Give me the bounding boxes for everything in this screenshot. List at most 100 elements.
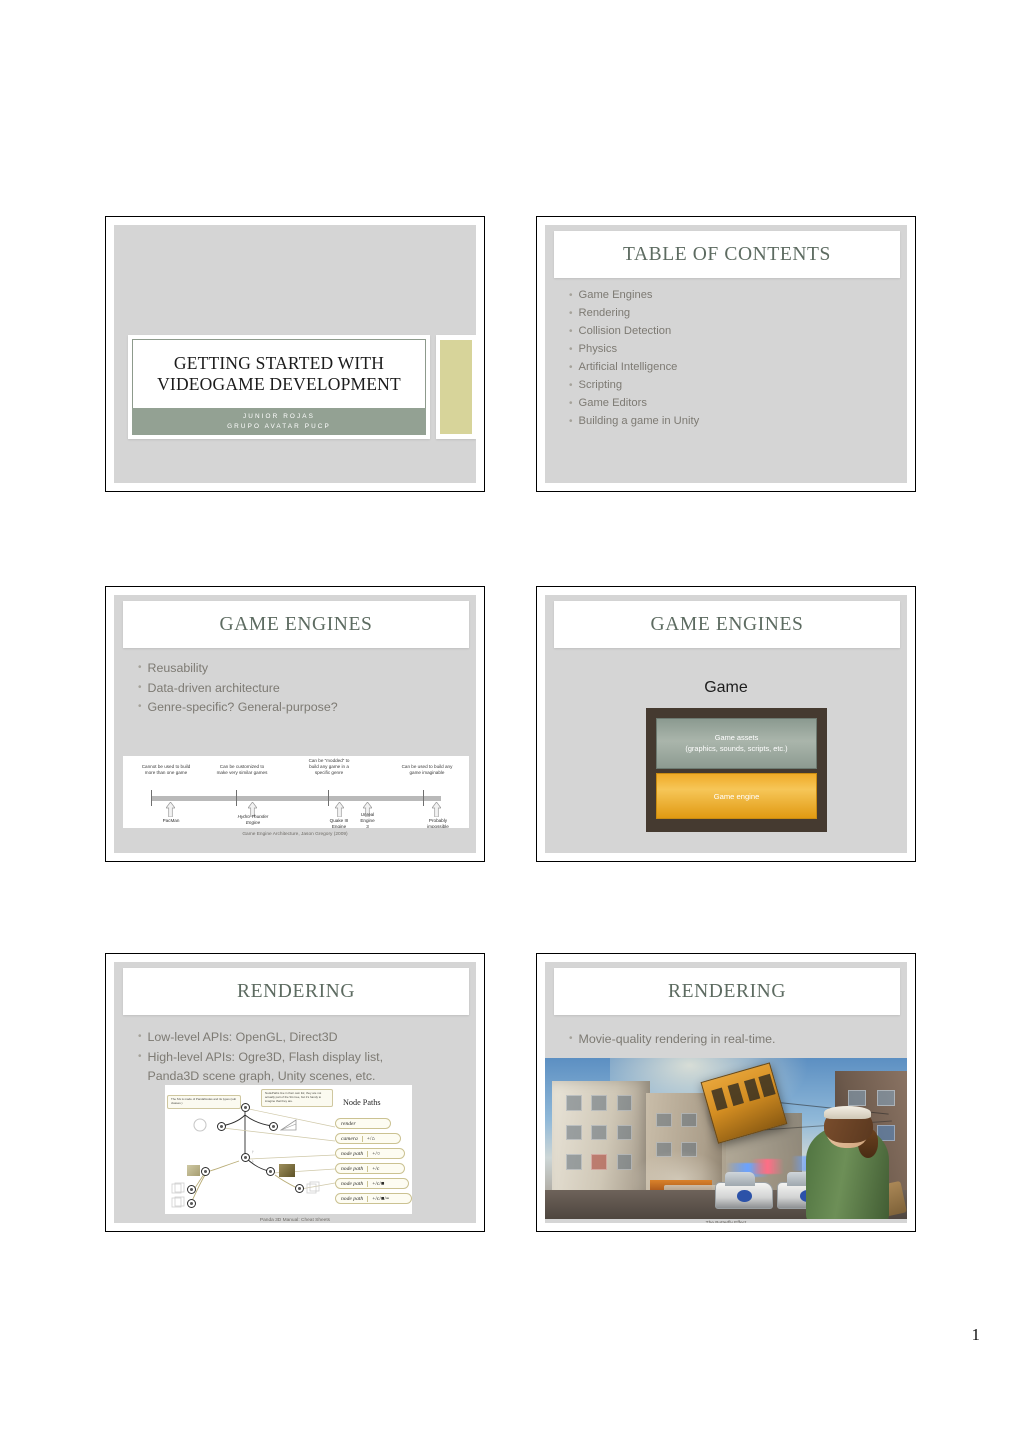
cube-glyph-icon: [187, 1165, 200, 1176]
bullet-icon: •: [138, 662, 142, 673]
slide-canvas: GETTING STARTED WITH VIDEOGAME DEVELOPME…: [114, 225, 476, 483]
slide-canvas: GAME ENGINES • Reusability • Data-driven…: [114, 595, 476, 853]
slide-title[interactable]: GETTING STARTED WITH VIDEOGAME DEVELOPME…: [105, 216, 485, 492]
list-item-label: Reusability: [147, 661, 209, 675]
scene-node: [241, 1153, 250, 1162]
rendering-api-list: • Low-level APIs: OpenGL, Direct3D • Hig…: [138, 1028, 464, 1087]
scene-node: [269, 1122, 278, 1131]
panda3d-callout-right: NodePaths live in their own list; they a…: [261, 1089, 333, 1107]
slide-table-of-contents[interactable]: TABLE OF CONTENTS • Game Engines • Rende…: [536, 216, 916, 492]
character-cap: [823, 1106, 871, 1120]
bullet-icon: •: [569, 344, 573, 355]
scene-node: [187, 1199, 196, 1208]
title-accent-panel: [436, 335, 476, 439]
timeline-caption: Can be customized to make very similar g…: [216, 764, 268, 776]
list-item: • Movie-quality rendering in real-time.: [569, 1030, 895, 1049]
sphere-glyph-icon: [193, 1118, 207, 1132]
slide-rendering-apis[interactable]: RENDERING • Low-level APIs: OpenGL, Dire…: [105, 953, 485, 1232]
scene-node: [201, 1167, 210, 1176]
scene-node: [295, 1184, 304, 1193]
nodepath-name: render: [341, 1120, 356, 1127]
list-item-label: High-level APIs: Ogre3D, Flash display l…: [147, 1049, 384, 1083]
bullet-icon: •: [569, 416, 573, 427]
slide-canvas: TABLE OF CONTENTS • Game Engines • Rende…: [545, 225, 907, 483]
slide-heading-band: TABLE OF CONTENTS: [554, 231, 900, 278]
slide-heading: RENDERING: [667, 980, 787, 1002]
panda3d-scenegraph-figure: The SG is made of PandaNodes and its typ…: [165, 1085, 412, 1214]
timeline-caption: Cannot be used to build more than one ga…: [141, 764, 191, 776]
wireframe-glyph-icon: [171, 1182, 185, 1194]
slide-canvas: RENDERING • Low-level APIs: OpenGL, Dire…: [114, 962, 476, 1223]
timeline-caption: Can be used to build any game imaginable: [401, 764, 453, 776]
slide-heading-band: RENDERING: [554, 968, 900, 1015]
bullet-icon: •: [569, 398, 573, 409]
timeline-arrow-icon: [432, 802, 441, 817]
title-card: GETTING STARTED WITH VIDEOGAME DEVELOPME…: [128, 335, 430, 439]
list-item: • Artificial Intelligence: [569, 359, 895, 377]
moon-glyph-icon: [252, 1150, 254, 1163]
scene-node: [187, 1185, 196, 1194]
timeline-caption: Can be “modded” to build any game in a s…: [308, 758, 350, 776]
rendering-realtime-list: • Movie-quality rendering in real-time.: [569, 1030, 895, 1050]
title-card-top: GETTING STARTED WITH VIDEOGAME DEVELOPME…: [132, 339, 426, 408]
game-engine-box: Game engine: [656, 773, 817, 819]
bullet-icon: •: [569, 1033, 573, 1044]
nodepath-path: +/c: [367, 1165, 379, 1172]
slide-game-engines-diagram[interactable]: GAME ENGINES Game Game assets (graphics,…: [536, 586, 916, 862]
list-item-label: Low-level APIs: OpenGL, Direct3D: [147, 1030, 338, 1044]
list-item: • Physics: [569, 341, 895, 359]
list-item: • Low-level APIs: OpenGL, Direct3D: [138, 1028, 464, 1047]
scene-node: [266, 1167, 275, 1176]
police-badge: [737, 1190, 752, 1202]
nodepath-path: +/○: [367, 1150, 380, 1157]
list-item: • Genre-specific? General-purpose?: [138, 698, 464, 717]
slide-heading: GAME ENGINES: [219, 613, 373, 635]
bullet-icon: •: [569, 308, 573, 319]
list-item-label: Artificial Intelligence: [578, 361, 678, 373]
game-label: Game: [704, 679, 748, 696]
slide-canvas: RENDERING • Movie-quality rendering in r…: [545, 962, 907, 1223]
bullet-icon: •: [138, 681, 142, 693]
slide-heading-band: GAME ENGINES: [554, 601, 900, 648]
title-card-author-band: JUNIOR ROJAS GRUPO AVATAR PUCP: [132, 408, 426, 435]
list-item-label: Scripting: [578, 379, 623, 391]
slide-game-engines-bullets[interactable]: GAME ENGINES • Reusability • Data-driven…: [105, 586, 485, 862]
nodepath-chip: render: [335, 1118, 391, 1129]
figure-source: Panda 3D Manual: Cheat Sheets www.panda3…: [259, 1218, 331, 1223]
slide-rendering-realtime[interactable]: RENDERING • Movie-quality rendering in r…: [536, 953, 916, 1232]
timeline-label: PacMan: [162, 818, 180, 823]
scene-node: [217, 1122, 226, 1131]
title-block: GETTING STARTED WITH VIDEOGAME DEVELOPME…: [128, 335, 476, 439]
bullet-icon: •: [569, 380, 573, 391]
engine-reusability-figure: Cannot be used to build more than one ga…: [123, 756, 469, 828]
nodepaths-title: Node Paths: [343, 1098, 381, 1107]
timeline-axis: [151, 796, 441, 801]
slide-canvas: GAME ENGINES Game Game assets (graphics,…: [545, 595, 907, 853]
list-item: • Building a game in Unity: [569, 413, 895, 431]
bullet-icon: •: [138, 701, 142, 713]
nodepath-name: camera: [341, 1135, 358, 1142]
list-item-label: Collision Detection: [578, 325, 672, 337]
slide-heading-band: RENDERING: [123, 968, 469, 1015]
presentation-title: GETTING STARTED WITH VIDEOGAME DEVELOPME…: [157, 353, 401, 394]
nodepath-chip: camera +/⌂: [335, 1133, 401, 1144]
list-item: • Scripting: [569, 377, 895, 395]
bullet-icon: •: [569, 290, 573, 301]
timeline-tick: [328, 790, 330, 806]
list-item-label: Physics: [578, 343, 618, 355]
timeline-arrow-icon: [335, 802, 344, 817]
bullet-icon: •: [569, 326, 573, 337]
cone-glyph-icon: [280, 1119, 297, 1131]
panda3d-callout-left: The SG is made of PandaNodes and its typ…: [167, 1095, 241, 1109]
presentation-author: JUNIOR ROJAS GRUPO AVATAR PUCP: [227, 413, 331, 430]
list-item-label: Rendering: [578, 307, 631, 319]
butterfly-effect-screenshot: [545, 1058, 907, 1219]
figure-source: Game Engine Architecture, Jason Gregory …: [242, 832, 348, 837]
toc-list: • Game Engines • Rendering • Collision D…: [569, 287, 895, 431]
slide-heading: TABLE OF CONTENTS: [623, 243, 831, 265]
game-stack-diagram: Game assets (graphics, sounds, scripts, …: [646, 708, 827, 832]
nodepath-name: node path: [341, 1195, 364, 1202]
timeline-arrow-icon: [166, 802, 175, 817]
list-item-label: Movie-quality rendering in real-time.: [578, 1032, 776, 1046]
timeline-tick: [423, 790, 425, 806]
